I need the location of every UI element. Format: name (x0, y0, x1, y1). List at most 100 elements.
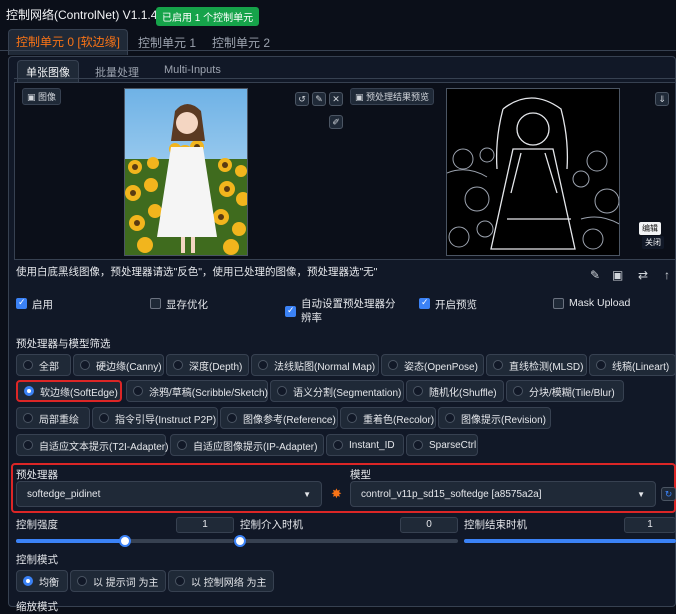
filter-inpaint[interactable]: 局部重绘 (16, 407, 90, 429)
guidance-start-label: 控制介入时机 (240, 519, 303, 531)
filter-ip-adapter[interactable]: 自适应图像提示(IP-Adapter) (170, 434, 324, 456)
filter-normal-map[interactable]: 法线贴图(Normal Map) (251, 354, 379, 376)
filter-sparsectrl[interactable]: SparseCtrl (406, 434, 478, 456)
radio[interactable] (133, 386, 143, 396)
chevron-down-icon: ▼ (637, 489, 645, 499)
edit-button[interactable]: 编辑 (639, 222, 661, 235)
radio[interactable] (173, 360, 183, 370)
model-label: 模型 (350, 469, 371, 481)
model-select[interactable]: control_v11p_sd15_softedge [a8575a2a] ▼ (350, 481, 656, 507)
run-preprocessor-icon[interactable]: ✸ (331, 486, 342, 502)
radio[interactable] (445, 413, 455, 423)
allow-preview-checkbox[interactable] (419, 297, 430, 309)
tab-unit-0[interactable]: 控制单元 0 [软边缘] (8, 29, 129, 55)
edit-mask-icon[interactable]: ✐ (329, 115, 343, 129)
radio[interactable] (388, 360, 398, 370)
radio[interactable] (258, 360, 268, 370)
radio[interactable] (493, 360, 503, 370)
radio-selected[interactable] (24, 386, 34, 396)
pencil-icon[interactable]: ✎ (590, 268, 600, 282)
radio[interactable] (413, 386, 423, 396)
filter-reference[interactable]: 图像参考(Reference) (220, 407, 338, 429)
tab-divider (0, 50, 676, 51)
guidance-end-label: 控制结束时机 (464, 519, 527, 531)
filter-segmentation[interactable]: 语义分割(Segmentation) (270, 380, 404, 402)
filter-canny[interactable]: 硬边缘(Canny) (73, 354, 164, 376)
hint-text: 使用白底黑线图像，预处理器请选"反色"，使用已处理的图像，预处理器选"无" (16, 266, 378, 278)
control-weight-label: 控制强度 (16, 519, 58, 531)
guidance-start-slider[interactable] (240, 539, 458, 543)
radio[interactable] (99, 413, 109, 423)
radio[interactable] (596, 360, 606, 370)
pixel-perfect-label: 自动设置预处理器分辨率 (301, 298, 396, 324)
filter-softedge[interactable]: 软边缘(SoftEdge) (16, 380, 122, 402)
radio[interactable] (413, 440, 423, 450)
filter-t2i-adapter[interactable]: 自适应文本提示(T2I-Adapter) (16, 434, 168, 456)
brush-icon[interactable]: ✎ (312, 92, 326, 106)
download-icon[interactable]: ⇓ (655, 92, 669, 106)
filter-scribble[interactable]: 涂鸦/草稿(Scribble/Sketch) (126, 380, 268, 402)
radio[interactable] (23, 413, 33, 423)
control-mode-label: 控制模式 (16, 554, 58, 566)
guidance-end-slider[interactable] (464, 539, 676, 543)
input-image[interactable] (124, 88, 248, 256)
guidance-start-handle[interactable] (234, 535, 246, 547)
close-preview-button[interactable]: 关闭 (642, 236, 664, 249)
filter-revision[interactable]: 图像提示(Revision) (438, 407, 551, 429)
slider-fill (16, 539, 125, 543)
low-vram-checkbox[interactable] (150, 298, 161, 309)
mode-balanced[interactable]: 均衡 (16, 570, 68, 592)
tab-multi-inputs[interactable]: Multi-Inputs (164, 64, 221, 76)
mask-upload-checkbox[interactable] (553, 298, 564, 309)
image-label: ▣ 图像 (22, 88, 62, 105)
radio[interactable] (175, 576, 185, 586)
radio[interactable] (513, 386, 523, 396)
preview-icon: ▣ (355, 92, 367, 102)
pixel-perfect-checkbox[interactable] (285, 305, 296, 317)
filter-all[interactable]: 全部 (16, 354, 71, 376)
mask-upload-label: Mask Upload (569, 297, 631, 309)
slider-fill (464, 539, 676, 543)
enable-checkbox[interactable] (16, 297, 27, 309)
close-icon[interactable]: ✕ (329, 92, 343, 106)
preprocessor-select[interactable]: softedge_pidinet ▼ (16, 481, 322, 507)
filter-openpose[interactable]: 姿态(OpenPose) (381, 354, 484, 376)
preview-result-button[interactable]: ▣ 预处理结果预览 (350, 88, 435, 105)
filter-lineart[interactable]: 线稿(Lineart) (589, 354, 676, 376)
camera-icon[interactable]: ▣ (612, 268, 623, 282)
low-vram-label: 显存优化 (166, 299, 208, 311)
filter-instant-id[interactable]: Instant_ID (326, 434, 404, 456)
swap-icon[interactable]: ⇄ (638, 268, 648, 282)
filter-depth[interactable]: 深度(Depth) (166, 354, 249, 376)
enabled-units-badge: 已启用 1 个控制单元 (156, 7, 260, 26)
radio[interactable] (23, 360, 33, 370)
control-weight-handle[interactable] (119, 535, 131, 547)
mode-controlnet[interactable]: 以 控制网络 为主 (168, 570, 274, 592)
preprocessed-preview (446, 88, 620, 256)
filter-tile-blur[interactable]: 分块/模糊(Tile/Blur) (506, 380, 624, 402)
radio[interactable] (177, 440, 187, 450)
filter-ip2p[interactable]: 指令引导(Instruct P2P) (92, 407, 218, 429)
refresh-models-icon[interactable]: ↻ (661, 487, 676, 501)
filter-mlsd[interactable]: 直线检测(MLSD) (486, 354, 587, 376)
undo-icon[interactable]: ↺ (295, 92, 309, 106)
radio[interactable] (227, 413, 237, 423)
filter-shuffle[interactable]: 随机化(Shuffle) (406, 380, 504, 402)
guidance-end-input[interactable]: 1 (624, 517, 676, 533)
radio[interactable] (80, 360, 90, 370)
radio[interactable] (347, 413, 357, 423)
guidance-start-input[interactable]: 0 (400, 517, 458, 533)
radio[interactable] (333, 440, 343, 450)
control-weight-input[interactable]: 1 (176, 517, 234, 533)
radio[interactable] (23, 440, 33, 450)
app-title: 控制网络(ControlNet) V1.1.443 (6, 8, 171, 22)
send-dimensions-icon[interactable]: ↑ (664, 268, 670, 282)
radio[interactable] (277, 386, 287, 396)
mode-prompt[interactable]: 以 提示词 为主 (70, 570, 166, 592)
radio[interactable] (77, 576, 87, 586)
subtab-divider (14, 78, 676, 79)
filter-recolor[interactable]: 重着色(Recolor) (340, 407, 436, 429)
filter-title: 预处理器与模型筛选 (16, 338, 111, 350)
radio-selected[interactable] (23, 576, 33, 586)
enable-label: 启用 (32, 299, 53, 311)
